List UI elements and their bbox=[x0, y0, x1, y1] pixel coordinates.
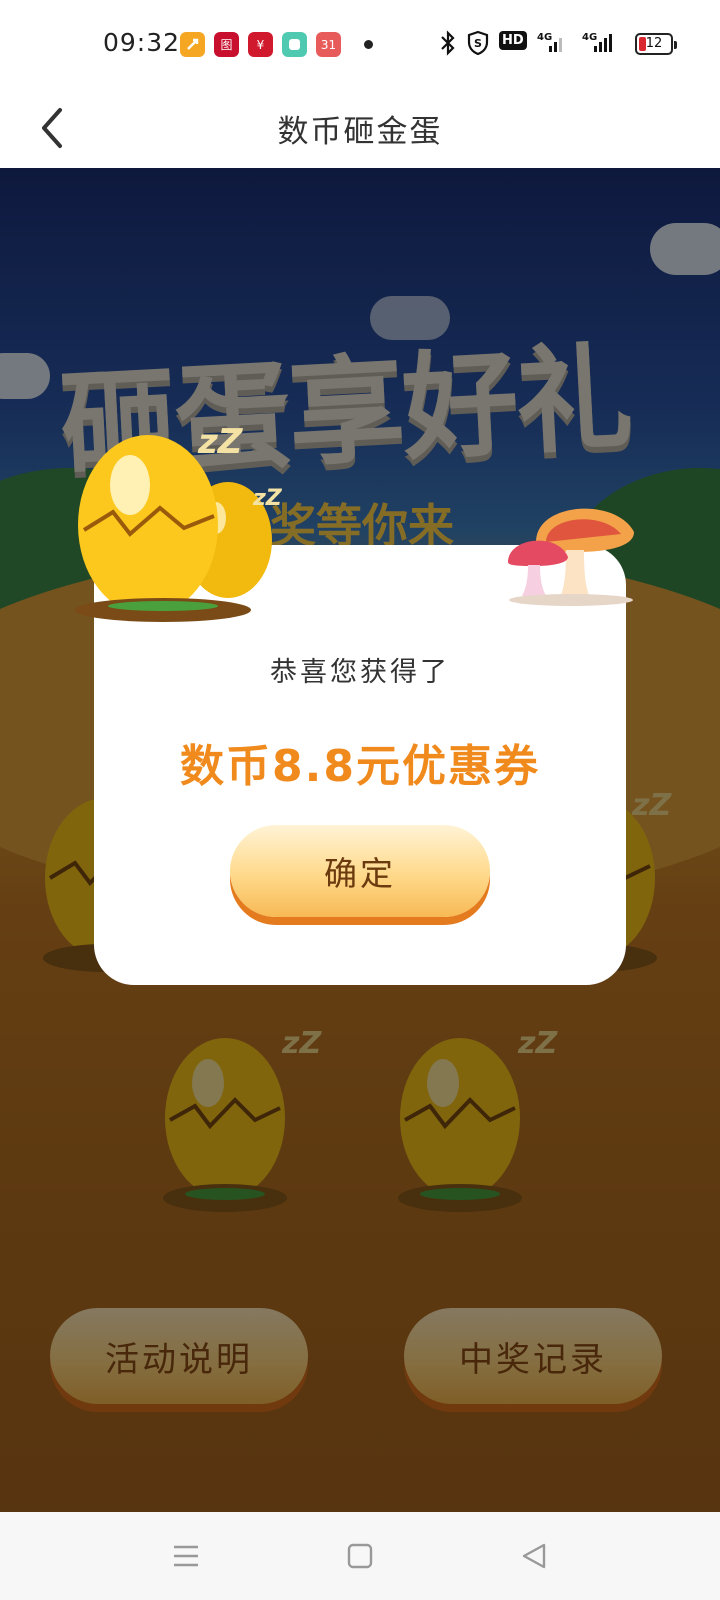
menu-icon[interactable] bbox=[162, 1534, 210, 1578]
status-bar: 09:32 图 ¥ 31 S HD 4G 4G 12 bbox=[0, 0, 720, 88]
home-icon[interactable] bbox=[336, 1534, 384, 1578]
signal-icon: 4G bbox=[580, 30, 614, 60]
bluetooth-icon bbox=[438, 30, 458, 60]
prize-text: 数币8.8元优惠券 bbox=[180, 741, 540, 792]
page-header: 数币砸金蛋 bbox=[0, 88, 720, 168]
battery-icon: 12 bbox=[635, 33, 677, 55]
svg-text:4G: 4G bbox=[537, 32, 552, 43]
dialog-label: 恭喜您获得了 bbox=[270, 657, 450, 688]
bank-app-icon: 图 bbox=[214, 32, 239, 57]
back-triangle-icon[interactable] bbox=[510, 1534, 558, 1578]
bank-app-icon: ¥ bbox=[248, 32, 273, 57]
sleep-zz-icon: zZ bbox=[198, 422, 243, 462]
golden-egg-decoration bbox=[75, 435, 272, 622]
confirm-button[interactable]: 确定 bbox=[230, 825, 490, 917]
svg-text:S: S bbox=[474, 37, 482, 50]
more-notifications-dot bbox=[364, 40, 373, 49]
app-notification-icon bbox=[282, 32, 307, 57]
mushroom-decoration bbox=[508, 508, 634, 606]
app-notification-icon bbox=[180, 32, 205, 57]
system-navigation-bar bbox=[0, 1512, 720, 1600]
page-title: 数币砸金蛋 bbox=[277, 114, 443, 150]
svg-text:4G: 4G bbox=[582, 32, 597, 43]
status-time: 09:32 bbox=[103, 28, 181, 57]
sleep-zz-icon: zZ bbox=[253, 486, 282, 511]
shield-icon: S bbox=[466, 30, 490, 60]
signal-icon: 4G bbox=[537, 30, 567, 60]
calendar-icon: 31 bbox=[316, 32, 341, 57]
hd-icon: HD bbox=[499, 31, 527, 50]
